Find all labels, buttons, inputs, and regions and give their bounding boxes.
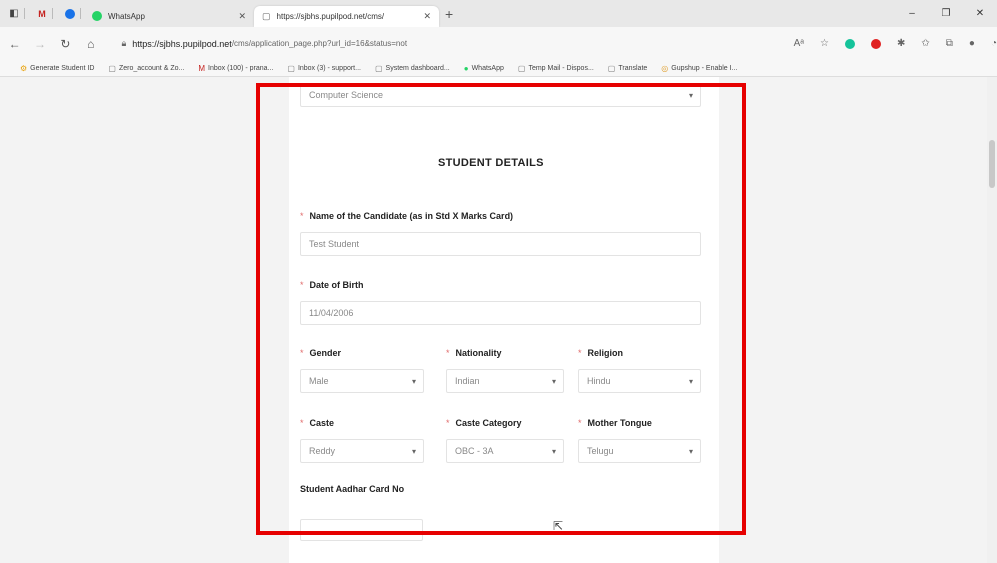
- url-path: /cms/application_page.php?url_id=16&stat…: [231, 39, 408, 48]
- gmail-icon: M: [198, 63, 205, 73]
- bookmark-item[interactable]: ◎ Gupshup - Enable I...: [661, 64, 737, 73]
- bookmark-item[interactable]: ● WhatsApp: [464, 64, 504, 73]
- bookmark-item[interactable]: ▢ System dashboard...: [375, 64, 450, 73]
- close-tab-icon[interactable]: ✕: [238, 11, 246, 22]
- address-bar[interactable]: 🔒︎ https://sjbhs.pupilpod.net /cms/appli…: [113, 32, 783, 56]
- bookmarks-bar: ⚙ Generate Student ID ▢ Zero_account & Zo.…: [0, 60, 997, 77]
- bookmark-favicon-icon: ⚙: [20, 63, 28, 73]
- adblock-icon[interactable]: [870, 38, 881, 49]
- window-controls: – ❐ ✕: [895, 0, 997, 27]
- forward-icon[interactable]: →: [29, 37, 50, 51]
- maximize-button[interactable]: ❐: [929, 8, 963, 19]
- close-window-button[interactable]: ✕: [963, 8, 997, 19]
- mouse-cursor-icon: ⇱: [553, 519, 564, 533]
- tab-application[interactable]: ▢ https://sjbhs.pupilpod.net/cms/ ✕: [254, 5, 439, 27]
- bookmark-item[interactable]: M Inbox (100) - prana...: [198, 64, 273, 73]
- tab-label: https://sjbhs.pupilpod.net/cms/: [276, 11, 385, 21]
- minimize-button[interactable]: –: [895, 8, 929, 19]
- address-toolbar: ← → ↻ ⌂ 🔒︎ https://sjbhs.pupilpod.net /c…: [0, 27, 997, 60]
- page-icon: ▢: [287, 63, 295, 73]
- url-host: https://sjbhs.pupilpod.net: [132, 38, 232, 49]
- page-icon: ▢: [108, 63, 116, 73]
- page-icon: ▢: [262, 10, 271, 21]
- whatsapp-icon: ●: [463, 63, 469, 73]
- bookmark-item[interactable]: ⚙ Generate Student ID: [20, 64, 94, 73]
- back-icon[interactable]: ←: [4, 37, 25, 51]
- page-icon: ▢: [374, 63, 383, 73]
- favorite-star-icon[interactable]: ☆: [820, 38, 829, 49]
- bookmark-item[interactable]: ▢ Temp Mail - Dispos...: [518, 64, 594, 73]
- grammarly-icon[interactable]: [844, 38, 855, 49]
- highlight-box: [256, 83, 746, 535]
- page-icon: ▢: [517, 63, 526, 73]
- collections-icon[interactable]: ⧉: [946, 38, 953, 49]
- tab-label: WhatsApp: [108, 11, 145, 21]
- whatsapp-icon: [92, 11, 102, 21]
- close-tab-icon[interactable]: ✕: [423, 11, 431, 22]
- scrollbar-thumb[interactable]: [989, 140, 995, 188]
- gmail-icon[interactable]: M: [35, 7, 49, 21]
- sidebar-toggle-icon[interactable]: ◧: [7, 7, 21, 21]
- tab-separator: [24, 8, 25, 19]
- home-icon[interactable]: ⌂: [80, 37, 101, 51]
- profile-icon[interactable]: ●: [969, 38, 975, 49]
- read-aloud-icon[interactable]: Aᵃ: [794, 38, 804, 49]
- bookmark-item[interactable]: ▢ Inbox (3) - support...: [287, 64, 361, 73]
- tab-separator: [52, 8, 53, 19]
- gupshup-icon: ◎: [661, 63, 669, 73]
- new-tab-button[interactable]: +: [445, 6, 453, 22]
- bookmark-item[interactable]: ▢ Zero_account & Zo...: [108, 64, 184, 73]
- extension-icon[interactable]: [63, 7, 77, 21]
- extensions-area: Aᵃ ☆ ✱ ✩ ⧉ ● ◔: [794, 38, 997, 49]
- reload-icon[interactable]: ↻: [55, 37, 76, 51]
- site-info-icon[interactable]: 🔒︎: [121, 38, 126, 49]
- tab-separator: [80, 8, 81, 19]
- bookmark-item[interactable]: ▢ Translate: [608, 64, 647, 73]
- copilot-icon[interactable]: ◔: [991, 38, 997, 49]
- tab-strip: ◧ M WhatsApp ✕ ▢ https://sjbhs.pupilpod.…: [0, 0, 997, 27]
- extension-puzzle-icon[interactable]: ✱: [897, 38, 905, 49]
- page-icon: ▢: [607, 63, 616, 73]
- tab-whatsapp[interactable]: WhatsApp ✕: [84, 6, 254, 27]
- favorites-icon[interactable]: ✩: [921, 38, 929, 49]
